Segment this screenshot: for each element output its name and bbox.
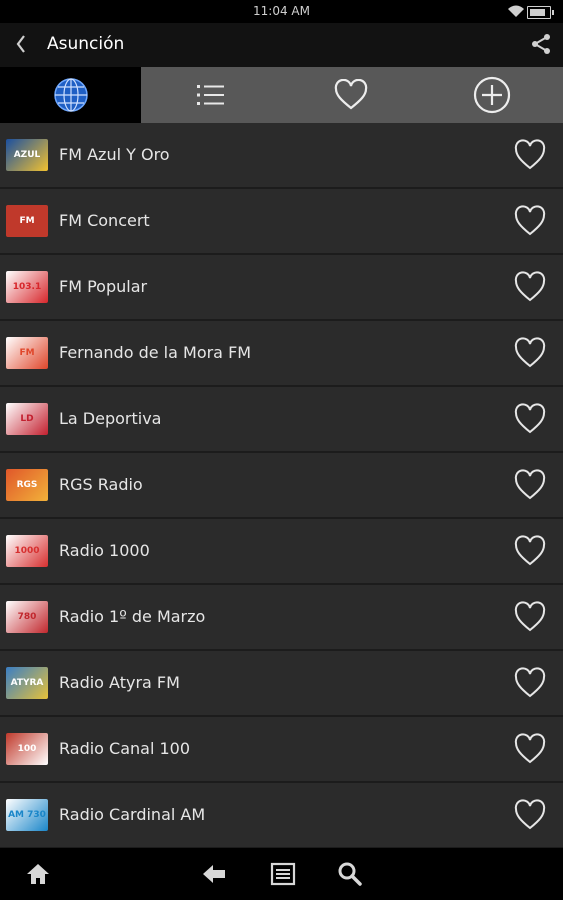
home-icon[interactable] [24, 860, 52, 888]
status-time: 11:04 AM [253, 4, 310, 18]
tab-list[interactable] [141, 67, 281, 123]
station-logo: AZUL [5, 137, 49, 173]
station-name: Radio 1000 [59, 541, 150, 560]
station-logo-image: FM [6, 205, 48, 237]
list-item[interactable]: FM Fernando de la Mora FM [0, 321, 563, 387]
menu-icon[interactable] [269, 860, 297, 888]
station-logo-image: ATYRA [6, 667, 48, 699]
station-logo-image: AM 730 [6, 799, 48, 831]
favorite-heart-icon[interactable] [513, 403, 547, 435]
favorite-heart-icon[interactable] [513, 271, 547, 303]
tab-favorites[interactable] [281, 67, 421, 123]
station-logo-image: AZUL [6, 139, 48, 171]
station-name: Fernando de la Mora FM [59, 343, 252, 362]
station-logo: 103.1 [5, 269, 49, 305]
list-item[interactable]: 1000 Radio 1000 [0, 519, 563, 585]
search-icon[interactable] [336, 860, 364, 888]
station-logo: FM [5, 335, 49, 371]
station-name: FM Popular [59, 277, 148, 296]
favorite-heart-icon[interactable] [513, 337, 547, 369]
list-item[interactable]: FM FM Concert [0, 189, 563, 255]
station-logo-image: 100 [6, 733, 48, 765]
station-logo: AM 730 [5, 797, 49, 833]
nav-bar [0, 848, 563, 900]
chevron-left-icon[interactable] [10, 31, 32, 57]
station-logo-image: 780 [6, 601, 48, 633]
station-logo-image: 103.1 [6, 271, 48, 303]
list-icon [197, 85, 224, 105]
list-item[interactable]: ATYRA Radio Atyra FM [0, 651, 563, 717]
list-item[interactable]: 103.1 FM Popular [0, 255, 563, 321]
station-name: FM Azul Y Oro [59, 145, 170, 164]
favorite-heart-icon[interactable] [513, 535, 547, 567]
station-logo: ATYRA [5, 665, 49, 701]
list-item[interactable]: RGS RGS Radio [0, 453, 563, 519]
plus-circle-icon [473, 76, 511, 114]
station-logo-image: 1000 [6, 535, 48, 567]
station-name: Radio Atyra FM [59, 673, 180, 692]
page-title: Asunción [47, 34, 125, 54]
list-item[interactable]: LD La Deportiva [0, 387, 563, 453]
favorite-heart-icon[interactable] [513, 469, 547, 501]
tab-bar [0, 67, 563, 123]
station-logo: LD [5, 401, 49, 437]
station-logo-image: LD [6, 403, 48, 435]
favorite-heart-icon[interactable] [513, 601, 547, 633]
favorite-heart-icon[interactable] [513, 733, 547, 765]
tab-add[interactable] [421, 67, 563, 123]
list-item[interactable]: AZUL FM Azul Y Oro [0, 123, 563, 189]
list-item[interactable]: 780 Radio 1º de Marzo [0, 585, 563, 651]
station-logo: RGS [5, 467, 49, 503]
station-name: Radio Cardinal AM [59, 805, 206, 824]
station-list: AZUL FM Azul Y Oro FM FM Concert 103.1 FM Pop… [0, 123, 563, 849]
station-logo-image: FM [6, 337, 48, 369]
globe-icon [53, 78, 88, 112]
favorite-heart-icon[interactable] [513, 139, 547, 171]
station-name: Radio Canal 100 [59, 739, 191, 758]
back-arrow-icon[interactable] [200, 860, 228, 888]
heart-icon [334, 79, 368, 110]
share-icon[interactable] [529, 32, 553, 56]
favorite-heart-icon[interactable] [513, 667, 547, 699]
station-name: RGS Radio [59, 475, 143, 494]
status-bar: 11:04 AM [0, 0, 563, 23]
favorite-heart-icon[interactable] [513, 205, 547, 237]
battery-icon [527, 6, 554, 19]
station-logo: 100 [5, 731, 49, 767]
favorite-heart-icon[interactable] [513, 799, 547, 831]
list-item[interactable]: 100 Radio Canal 100 [0, 717, 563, 783]
list-item[interactable]: AM 730 Radio Cardinal AM [0, 783, 563, 849]
station-name: FM Concert [59, 211, 150, 230]
station-name: La Deportiva [59, 409, 162, 428]
tab-world[interactable] [0, 67, 141, 123]
action-bar: Asunción [0, 23, 563, 67]
station-logo: 780 [5, 599, 49, 635]
station-logo-image: RGS [6, 469, 48, 501]
station-name: Radio 1º de Marzo [59, 607, 206, 626]
wifi-icon [508, 5, 524, 17]
station-logo: 1000 [5, 533, 49, 569]
station-logo: FM [5, 203, 49, 239]
